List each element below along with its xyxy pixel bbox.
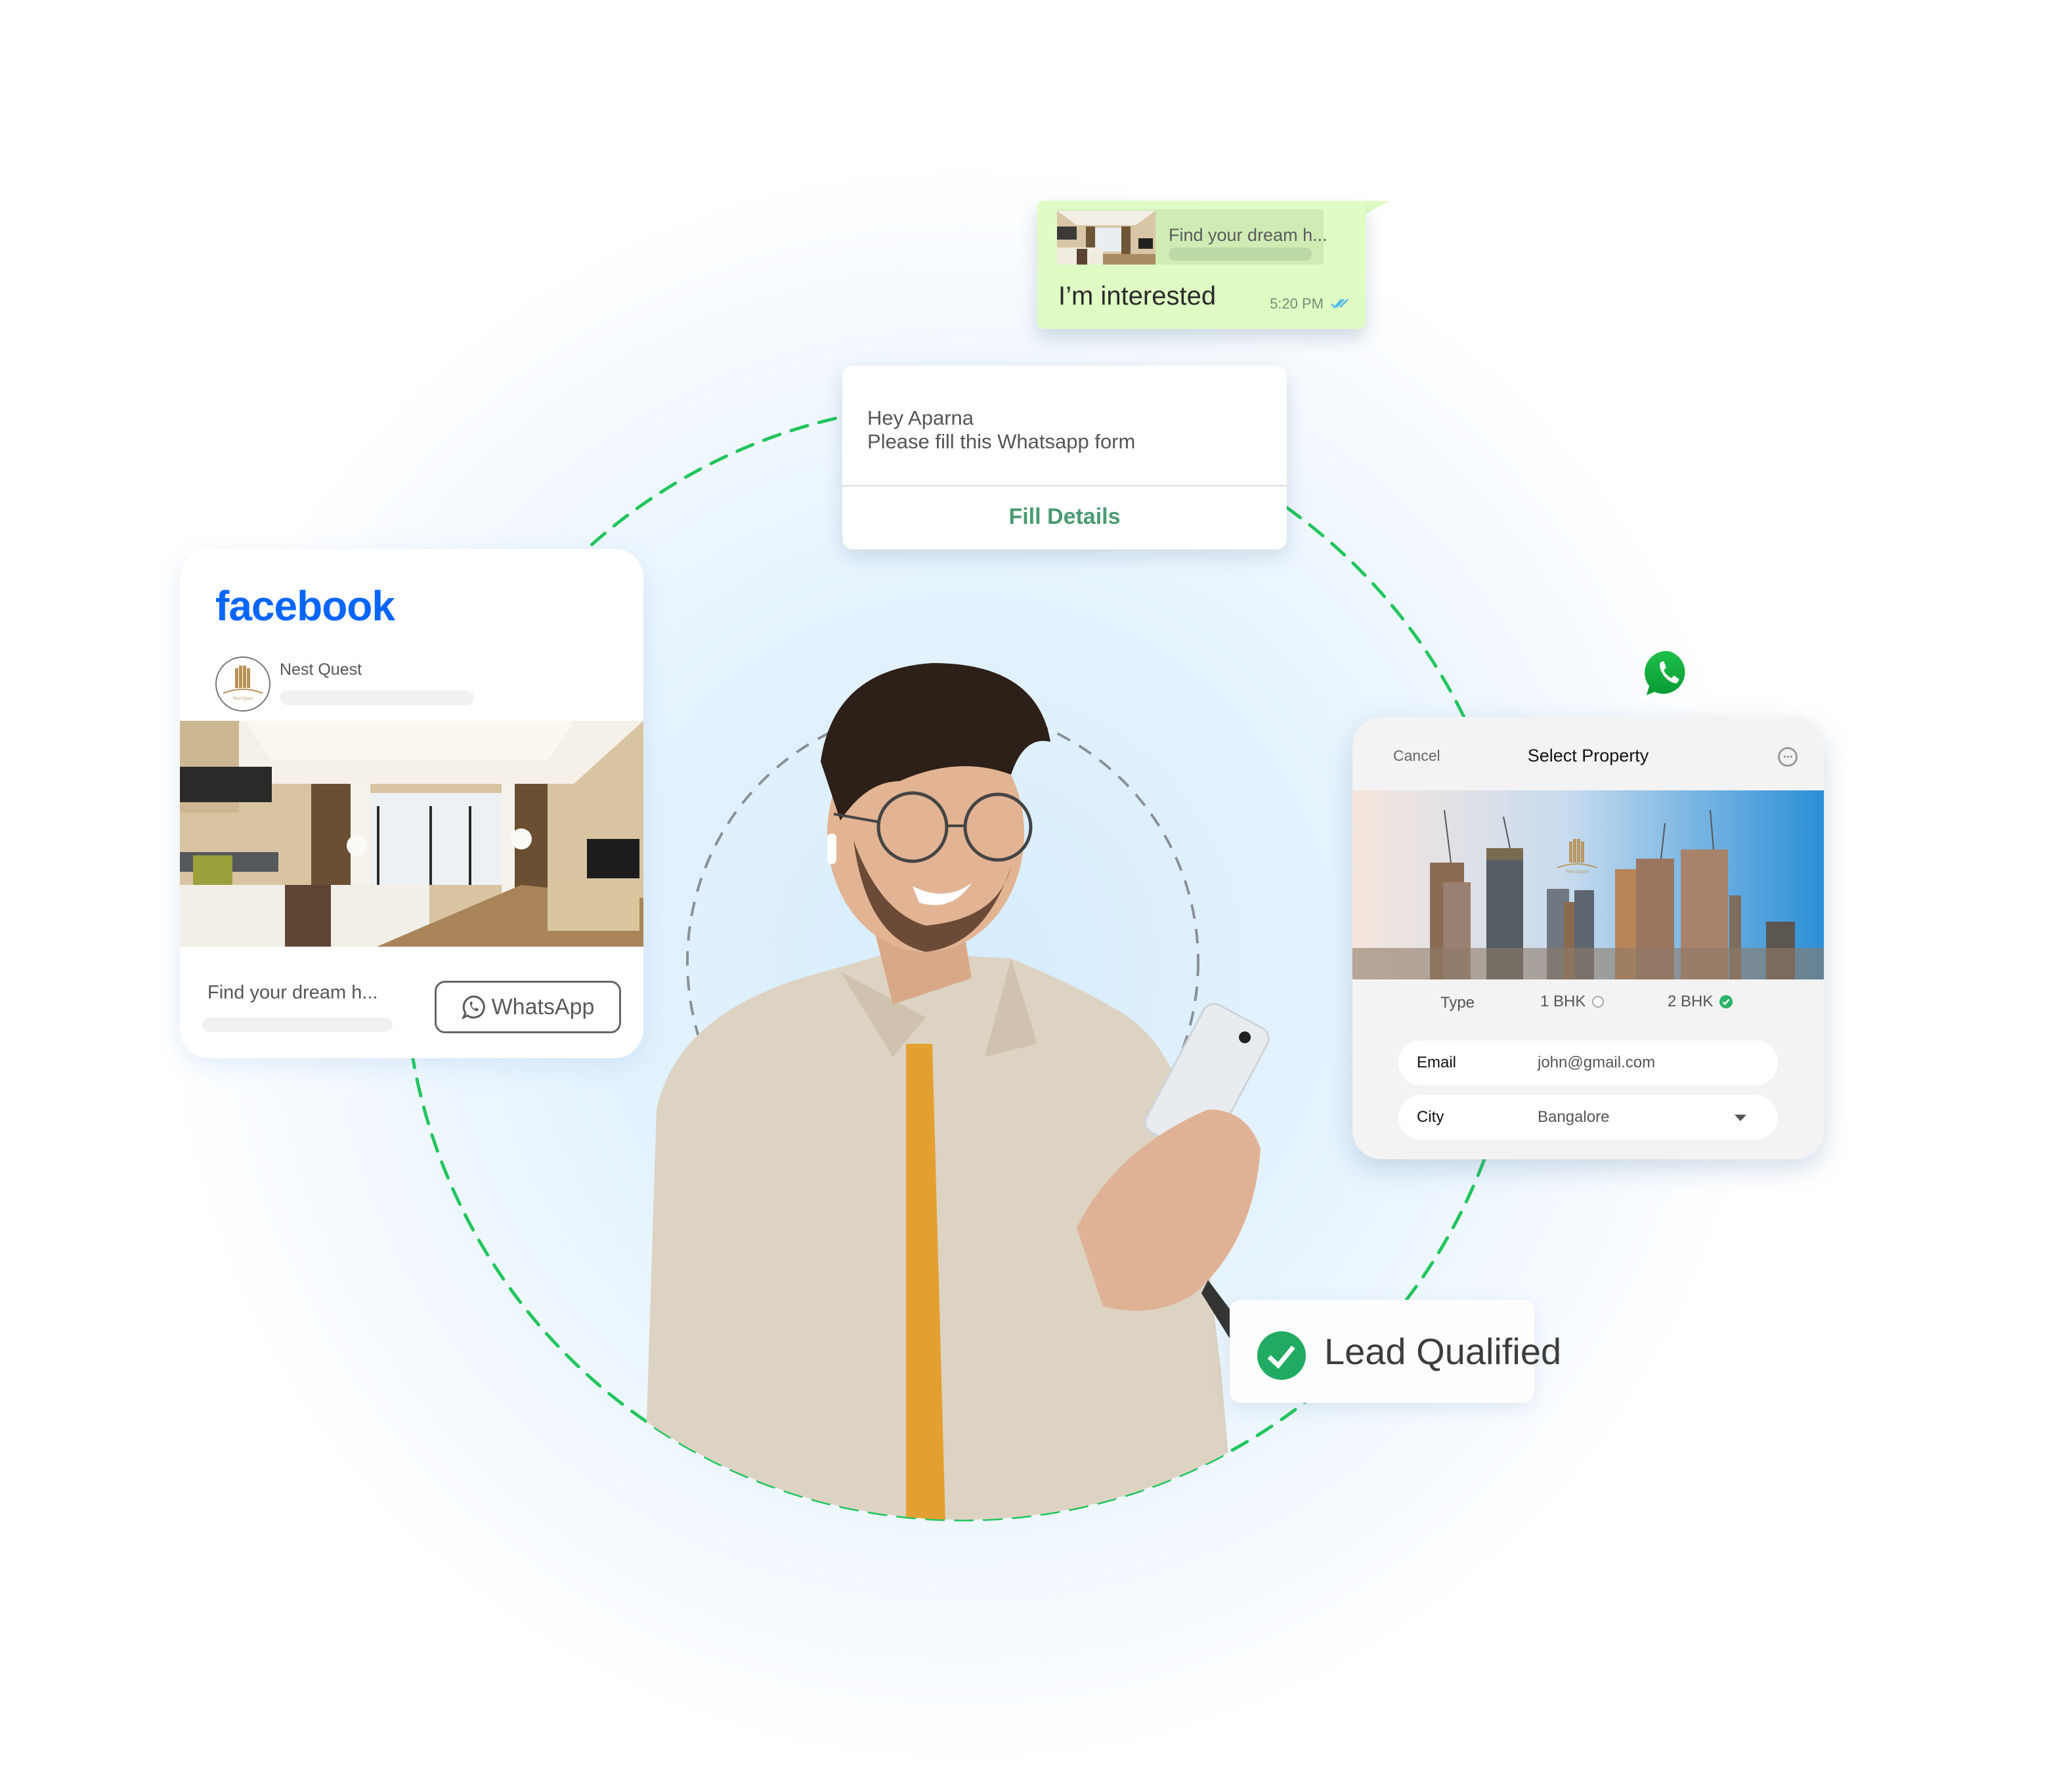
option-1bhk[interactable]: 1 BHK	[1540, 993, 1605, 1011]
facebook-ad-card: facebook Nest Quest Nest Quest Find your	[180, 549, 643, 1058]
double-check-icon	[1331, 299, 1349, 309]
lead-status-text: Lead Qualified	[1324, 1331, 1562, 1372]
city-dropdown[interactable]: City Bangalore	[1398, 1095, 1778, 1140]
email-value[interactable]: john@gmail.com	[1538, 1054, 1655, 1072]
nest-quest-avatar[interactable]: Nest Quest	[215, 656, 270, 712]
svg-text:Nest Quest: Nest Quest	[1565, 868, 1589, 874]
city-label: City	[1417, 1108, 1444, 1126]
check-circle-icon	[1257, 1331, 1306, 1380]
caption-placeholder	[202, 1018, 393, 1032]
quoted-subtitle-placeholder	[1169, 247, 1312, 261]
city-skyline-photo: Nest Quest	[1352, 790, 1824, 979]
city-value: Bangalore	[1538, 1108, 1610, 1126]
lead-qualified-badge: Lead Qualified	[1230, 1300, 1561, 1403]
radio-checked-icon[interactable]	[1719, 995, 1733, 1008]
message-time: 5:20 PM	[1270, 295, 1324, 312]
facebook-logo: facebook	[215, 582, 395, 630]
more-options-icon[interactable]	[1778, 747, 1798, 767]
chevron-down-icon[interactable]	[1735, 1115, 1746, 1121]
form-request-card: Hey Aparna Please fill this Whatsapp for…	[842, 366, 1287, 549]
email-field[interactable]: Email john@gmail.com	[1398, 1040, 1778, 1085]
select-property-form: Cancel Select Property Nest Quest Type 1…	[1352, 717, 1824, 1159]
option-1bhk-label: 1 BHK	[1540, 993, 1586, 1010]
fill-details-button[interactable]: Fill Details	[842, 486, 1287, 549]
quoted-title: Find your dream h...	[1169, 225, 1327, 245]
request-text: Please fill this Whatsapp form	[867, 430, 1136, 453]
message-text: I’m interested	[1058, 282, 1217, 311]
whatsapp-logo-icon	[1641, 647, 1687, 702]
avatar-label: Nest Quest	[233, 696, 253, 701]
bedroom-thumbnail	[1057, 211, 1155, 265]
page-subtitle-placeholder	[280, 691, 474, 705]
form-title: Select Property	[1527, 746, 1649, 765]
whatsapp-cta-label: WhatsApp	[491, 994, 595, 1019]
bedroom-photo	[180, 721, 643, 947]
radio-unchecked-icon[interactable]	[1592, 996, 1605, 1008]
whatsapp-icon	[461, 995, 485, 1019]
page-name[interactable]: Nest Quest	[280, 660, 362, 679]
email-label: Email	[1417, 1054, 1457, 1071]
whatsapp-message-bubble: Find your dream h... I’m interested 5:20…	[1037, 201, 1366, 329]
greeting-text: Hey Aparna	[867, 406, 974, 429]
option-2bhk[interactable]: 2 BHK	[1668, 993, 1733, 1011]
ad-caption: Find your dream h...	[207, 982, 378, 1003]
type-label: Type	[1440, 994, 1475, 1012]
option-2bhk-label: 2 BHK	[1668, 993, 1714, 1010]
whatsapp-cta-button[interactable]: WhatsApp	[435, 981, 621, 1033]
quoted-ad-preview[interactable]: Find your dream h...	[1057, 209, 1327, 265]
